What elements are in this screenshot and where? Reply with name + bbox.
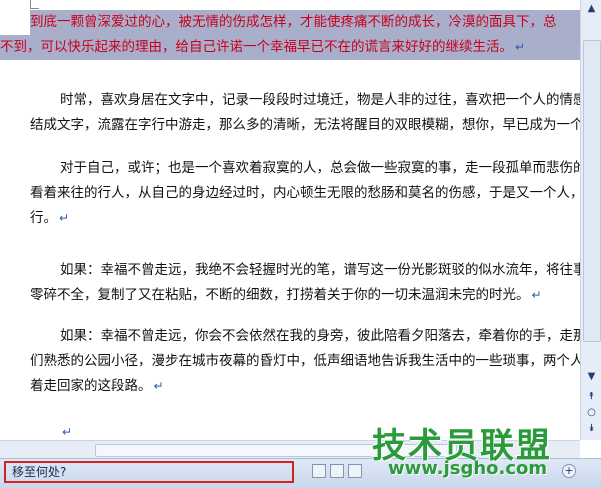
vertical-scrollbar[interactable]: ▲ ▼ ⯭ ○ ⯯ xyxy=(580,0,601,440)
web-layout-view-icon[interactable] xyxy=(348,464,362,478)
previous-page-icon[interactable]: ⯭ xyxy=(584,390,599,404)
paragraph-line: 零碎不全，复制了又在粘贴，不断的细数，打捞着关于你的一切未温润未完的时光。 ↵ xyxy=(30,287,542,303)
paragraph-line: 不到，可以快乐起来的理由，给自己许诺一个幸福早已不在的谎言来好好的继续生活。 ↵ xyxy=(0,35,580,60)
print-layout-view-icon[interactable] xyxy=(312,464,326,478)
scroll-down-icon[interactable]: ▼ xyxy=(584,370,599,384)
full-screen-reading-view-icon[interactable] xyxy=(330,464,344,478)
vertical-scroll-thumb[interactable] xyxy=(583,40,601,342)
paragraph-3[interactable]: 对于自己，或许；也是一个喜欢着寂寞的人，总会做一些寂寞的事，走一段孤单而悲伤的街… xyxy=(30,156,580,231)
paragraph-line: 如果：幸福不曾走远，你会不会依然在我的身旁，彼此陪看夕阳落去，牵着你的手，走那 xyxy=(60,328,580,344)
paragraph-line: 看着来往的行人，从自己的身边经过时，内心顿生无限的愁肠和莫名的伤感，于是又一个人… xyxy=(30,185,580,201)
paragraph-line: 们熟悉的公园小径，漫步在城市夜幕的昏灯中，低声细语地告诉我生活中的一些琐事，两个… xyxy=(30,353,580,369)
paragraph-4[interactable]: 如果：幸福不曾走远，我绝不会轻握时光的笔，谱写这一份光影斑驳的似水流年，将往事 … xyxy=(30,258,580,308)
paragraph-line: 结成文字，流露在字行中游走，那么多的清晰，无法将醒目的双眼模糊，想你，早已成为一… xyxy=(30,117,580,133)
paragraph-line: 时常，喜欢身居在文字中，记录一段段时过境迁，物是人非的过往，喜欢把一个人的情感 xyxy=(60,92,580,108)
goto-prompt[interactable]: 移至何处? xyxy=(4,461,294,483)
paragraph-2[interactable]: 时常，喜欢身居在文字中，记录一段段时过境迁，物是人非的过往，喜欢把一个人的情感 … xyxy=(30,88,580,138)
paragraph-1-selected[interactable]: 到底一颗曾深爱过的心，被无情的伤成怎样，才能使疼痛不断的成长，冷漠的面具下，总 … xyxy=(0,10,580,60)
paragraph-mark-icon: ↵ xyxy=(59,211,70,225)
paragraph-line: 如果：幸福不曾走远，我绝不会轻握时光的笔，谱写这一份光影斑驳的似水流年，将往事 xyxy=(60,262,580,278)
document-area[interactable]: 到底一颗曾深爱过的心，被无情的伤成怎样，才能使疼痛不断的成长，冷漠的面具下，总 … xyxy=(0,0,580,440)
paragraph-line: 行。 ↵ xyxy=(30,210,70,226)
paragraph-mark-icon: ↵ xyxy=(515,40,526,54)
paragraph-line: 对于自己，或许；也是一个喜欢着寂寞的人，总会做一些寂寞的事，走一段孤单而悲伤的街 xyxy=(60,160,580,176)
watermark-url: www.jsgho.com xyxy=(388,458,548,479)
paragraph-line: 到底一颗曾深爱过的心，被无情的伤成怎样，才能使疼痛不断的成长，冷漠的面具下，总 xyxy=(30,10,580,35)
paragraph-mark-icon: ↵ xyxy=(153,379,164,393)
paragraph-line: 着走回家的这段路。 ↵ xyxy=(30,378,164,394)
site-watermark: 技术员联盟 www.jsgho.com xyxy=(372,418,597,488)
empty-paragraph-mark-icon: ↵ xyxy=(62,425,73,439)
paragraph-5[interactable]: 如果：幸福不曾走远，你会不会依然在我的身旁，彼此陪看夕阳落去，牵着你的手，走那 … xyxy=(30,324,580,399)
paragraph-mark-icon: ↵ xyxy=(531,288,542,302)
page-corner-mark xyxy=(30,0,39,9)
scroll-up-icon[interactable]: ▲ xyxy=(584,2,599,16)
